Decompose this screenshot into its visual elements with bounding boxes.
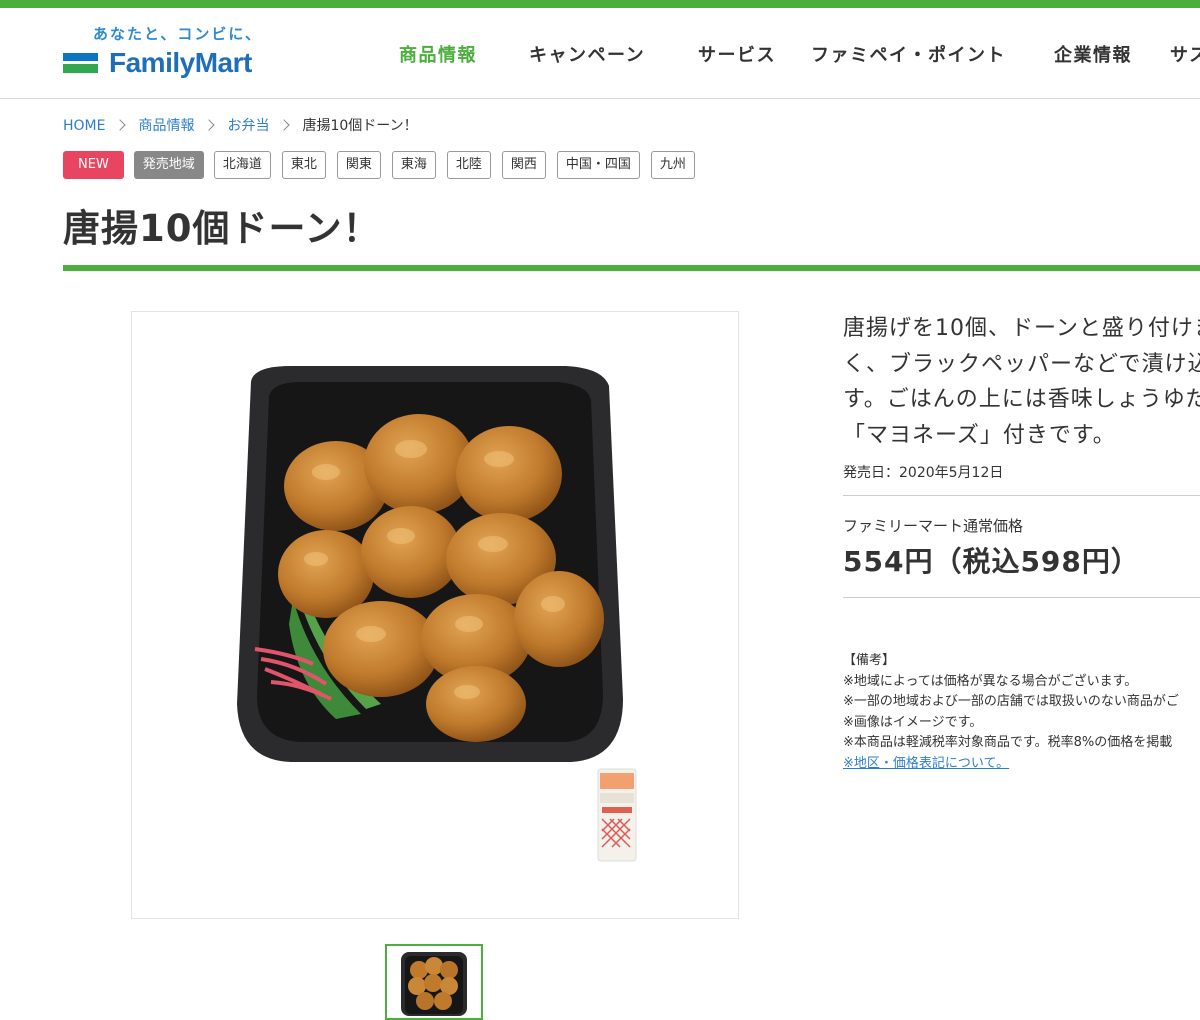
nav-corporate[interactable]: 企業情報 [1054,41,1132,67]
chevron-right-icon [278,119,291,131]
product-thumbnail[interactable] [385,944,483,1020]
nav-products[interactable]: 商品情報 [399,41,477,67]
chevron-right-icon [114,119,127,131]
region-tag: 関東 [336,151,381,179]
chevron-right-icon [203,119,216,131]
fried-chicken-bento-image [237,366,623,762]
logo-wordmark: FamilyMart [109,47,252,78]
product-main-image [131,311,739,919]
divider [843,597,1200,598]
breadcrumb-products[interactable]: 商品情報 [138,118,194,134]
product-price: 554円（税込598円） [843,545,1140,578]
breadcrumb-bento[interactable]: お弁当 [227,118,269,134]
description-line: 「マヨネーズ」付きです。 [843,422,1116,448]
product-description: 唐揚げを10個、ドーンと盛り付けま く、ブラックペッパーなどで漬け込 す。ごはん… [843,311,1200,453]
product-title: 唐揚10個ドーン！ [63,207,381,250]
logo-tagline: あなたと、コンビに、 [93,25,262,43]
region-tag: 関西 [501,151,546,179]
breadcrumb-home[interactable]: HOME [63,118,105,134]
region-price-notation-link[interactable]: ※地区・価格表記について。 [843,756,1009,771]
region-tag: 九州 [650,151,695,179]
nav-campaign[interactable]: キャンペーン [529,41,645,67]
logo-stripes-icon [63,53,98,79]
product-notes: 【備考】 ※地域によっては価格が異なる場合がございます。 ※一部の地域および一部… [843,651,1200,774]
region-tag: 東北 [281,151,326,179]
nav-services[interactable]: サービス [698,41,776,67]
description-line: く、ブラックペッパーなどで漬け込 [843,351,1200,377]
top-accent-bar [0,0,1200,8]
description-line: す。ごはんの上には香味しょうゆだ [843,387,1200,412]
sales-area-label: 発売地域 [133,151,204,179]
title-divider [63,265,1200,271]
region-tag: 東海 [391,151,436,179]
region-tags: NEW 発売地域 北海道 東北 関東 東海 北陸 関西 中国・四国 九州 [63,151,706,179]
nav-sustainability[interactable]: サス [1170,41,1200,67]
region-tag: 北海道 [213,151,271,179]
description-line: 唐揚げを10個、ドーンと盛り付けま [843,316,1200,341]
price-label: ファミリーマート通常価格 [843,517,1024,535]
region-tag: 北陸 [446,151,491,179]
new-badge: NEW [63,151,124,179]
notes-heading: 【備考】 [843,653,896,668]
notes-line: ※一部の地域および一部の店舗では取扱いのない商品がご [843,694,1179,709]
notes-line: ※地域によっては価格が異なる場合がございます。 [843,673,1138,689]
notes-line: ※本商品は軽減税率対象商品です。税率8%の価格を掲載 [843,735,1173,750]
region-tag: 中国・四国 [556,151,640,179]
familymart-logo[interactable]: あなたと、コンビに、 FamilyMart [63,23,273,85]
mayonnaise-packet-image [597,768,637,862]
notes-line: ※画像はイメージです。 [843,714,983,730]
breadcrumb: HOME 商品情報 お弁当 唐揚10個ドーン！ [63,115,418,135]
nav-famipay-point[interactable]: ファミペイ・ポイント [811,41,1006,67]
fried-chicken-bento-thumbnail-image [401,952,467,1016]
release-date: 発売日：2020年5月12日 [843,465,1004,481]
breadcrumb-current: 唐揚10個ドーン！ [302,118,418,134]
divider [843,495,1200,496]
site-header: あなたと、コンビに、 FamilyMart 商品情報 キャンペーン サービス フ… [0,8,1200,99]
